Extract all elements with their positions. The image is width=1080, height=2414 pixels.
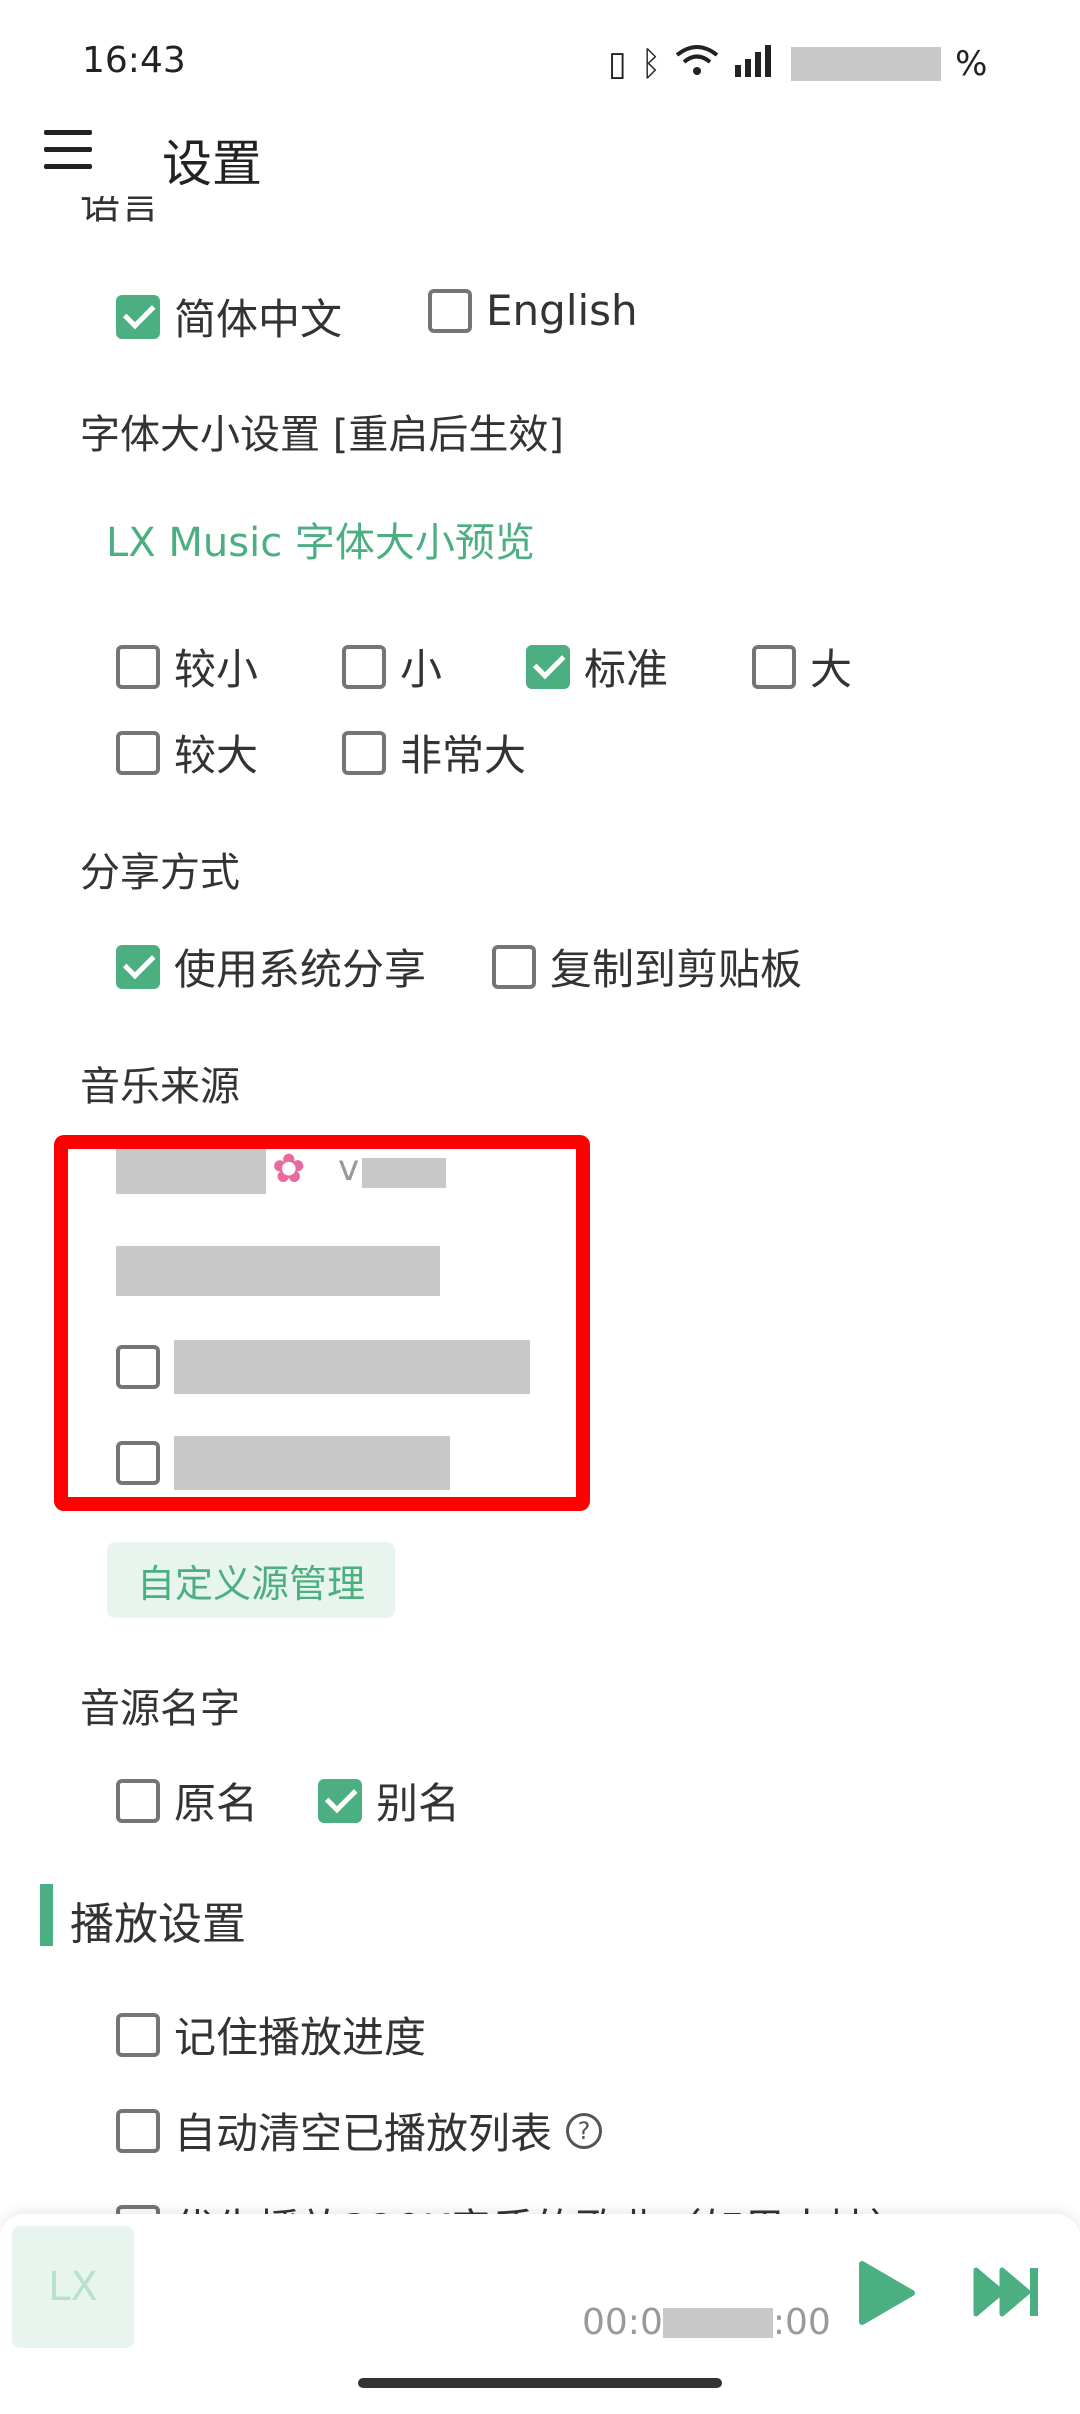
checkbox[interactable] — [116, 644, 160, 689]
checkbox[interactable] — [116, 2108, 160, 2153]
playback-option-remember-progress[interactable]: 记住播放进度 — [116, 2004, 426, 2065]
option-label: 自动清空已播放列表 — [174, 2109, 553, 2158]
option-label: 简体中文 — [174, 295, 343, 344]
status-icons: ▯ ᛒ % — [608, 42, 987, 86]
page-title: 设置 — [162, 135, 262, 193]
wifi-icon — [675, 43, 719, 86]
option-label: 标准 — [584, 645, 669, 694]
battery-suffix: % — [955, 44, 988, 84]
section-accent-bar — [40, 1884, 53, 1946]
checkbox[interactable] — [116, 2012, 160, 2057]
share-label: 分享方式 — [80, 850, 240, 896]
checkbox[interactable] — [342, 730, 386, 775]
font-size-option-very-large[interactable]: 非常大 — [342, 722, 526, 783]
home-indicator[interactable] — [358, 2378, 722, 2388]
checkbox[interactable] — [526, 644, 570, 689]
time-suffix: :00 — [772, 2302, 831, 2343]
menu-icon[interactable] — [44, 130, 92, 170]
music-source-label: 音乐来源 — [80, 1064, 240, 1110]
player-time: 00:0 :00 — [582, 2302, 831, 2343]
checkbox[interactable] — [492, 944, 536, 989]
font-size-option-standard[interactable]: 标准 — [526, 636, 668, 697]
time-prefix: 00:0 — [582, 2302, 663, 2343]
language-option-zh[interactable]: 简体中文 — [116, 286, 342, 347]
status-time: 16:43 — [82, 40, 186, 81]
source-name-label: 音源名字 — [80, 1686, 240, 1732]
redacted-block — [662, 2307, 773, 2338]
font-size-option-smaller[interactable]: 较小 — [116, 636, 258, 697]
help-icon[interactable]: ? — [566, 2112, 603, 2149]
next-icon[interactable] — [972, 2266, 1042, 2318]
option-label: 使用系统分享 — [174, 945, 427, 994]
font-size-preview: LX Music 字体大小预览 — [106, 520, 535, 566]
share-option-system[interactable]: 使用系统分享 — [116, 936, 426, 997]
option-label: 较小 — [174, 645, 259, 694]
source-name-option-alias[interactable]: 别名 — [318, 1770, 460, 1831]
checkbox[interactable] — [752, 644, 796, 689]
font-size-option-large[interactable]: 大 — [752, 636, 852, 697]
playback-section-title: 播放设置 — [70, 1899, 246, 1950]
playback-option-auto-clear[interactable]: 自动清空已播放列表 ? — [116, 2100, 603, 2161]
checkbox[interactable] — [116, 294, 160, 339]
checkbox[interactable] — [428, 288, 472, 333]
option-label: 非常大 — [400, 731, 527, 780]
source-name-option-original[interactable]: 原名 — [116, 1770, 258, 1831]
checkbox[interactable] — [116, 944, 160, 989]
vibrate-icon: ▯ — [608, 44, 627, 84]
option-label: 复制到剪贴板 — [550, 945, 803, 994]
battery-redacted — [791, 47, 942, 81]
option-label: 别名 — [376, 1779, 461, 1828]
language-label: 语言 — [80, 196, 160, 228]
signal-icon — [733, 43, 777, 86]
checkbox[interactable] — [318, 1778, 362, 1823]
highlight-box — [54, 1135, 590, 1511]
option-label: 大 — [810, 645, 853, 694]
checkbox[interactable] — [116, 1778, 160, 1823]
language-option-en[interactable]: English — [428, 286, 638, 335]
checkbox[interactable] — [116, 730, 160, 775]
share-option-clipboard[interactable]: 复制到剪贴板 — [492, 936, 802, 997]
option-label: 小 — [400, 645, 443, 694]
font-size-option-larger[interactable]: 较大 — [116, 722, 258, 783]
option-label: English — [486, 286, 638, 335]
option-label: 原名 — [174, 1779, 259, 1828]
option-label: 较大 — [174, 731, 259, 780]
option-label: 记住播放进度 — [174, 2013, 427, 2062]
play-icon[interactable] — [856, 2260, 916, 2326]
player-cover[interactable]: LX — [12, 2226, 134, 2348]
font-size-label: 字体大小设置 [重启后生效] — [80, 412, 564, 458]
checkbox[interactable] — [342, 644, 386, 689]
bluetooth-icon: ᛒ — [640, 44, 662, 84]
custom-source-manage-button[interactable]: 自定义源管理 — [107, 1542, 395, 1618]
font-size-option-small[interactable]: 小 — [342, 636, 442, 697]
